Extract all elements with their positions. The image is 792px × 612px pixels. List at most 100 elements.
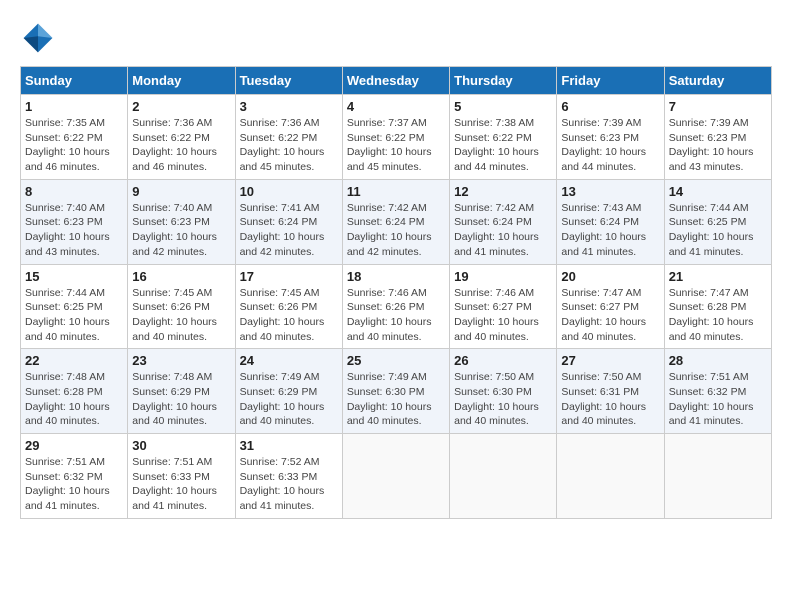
calendar-cell: 18 Sunrise: 7:46 AMSunset: 6:26 PMDayligh… [342, 264, 449, 349]
day-info: Sunrise: 7:44 AMSunset: 6:25 PMDaylight:… [25, 286, 123, 345]
calendar-cell: 30Sunrise: 7:51 AMSunset: 6:33 PMDayligh… [128, 434, 235, 519]
calendar-week-2: 8 Sunrise: 7:40 AMSunset: 6:23 PMDaylight… [21, 179, 772, 264]
calendar-cell: 9 Sunrise: 7:40 AMSunset: 6:23 PMDaylight… [128, 179, 235, 264]
day-info: Sunrise: 7:42 AMSunset: 6:24 PMDaylight:… [454, 201, 552, 260]
day-info: Sunrise: 7:47 AMSunset: 6:28 PMDaylight:… [669, 286, 767, 345]
page-header [20, 20, 772, 56]
day-info: Sunrise: 7:51 AMSunset: 6:32 PMDaylight:… [669, 370, 767, 429]
calendar-cell: 21Sunrise: 7:47 AMSunset: 6:28 PMDayligh… [664, 264, 771, 349]
day-info: Sunrise: 7:36 AMSunset: 6:22 PMDaylight:… [240, 116, 338, 175]
day-info: Sunrise: 7:45 AMSunset: 6:26 PMDaylight:… [240, 286, 338, 345]
header-wednesday: Wednesday [342, 67, 449, 95]
day-number: 25 [347, 353, 445, 368]
day-number: 4 [347, 99, 445, 114]
day-info: Sunrise: 7:39 AMSunset: 6:23 PMDaylight:… [561, 116, 659, 175]
day-number: 15 [25, 269, 123, 284]
header-thursday: Thursday [450, 67, 557, 95]
day-number: 14 [669, 184, 767, 199]
calendar-table: SundayMondayTuesdayWednesdayThursdayFrid… [20, 66, 772, 519]
calendar-cell [664, 434, 771, 519]
day-number: 16 [132, 269, 230, 284]
calendar-cell: 1 Sunrise: 7:35 AMSunset: 6:22 PMDaylight… [21, 95, 128, 180]
calendar-cell: 16 Sunrise: 7:45 AMSunset: 6:26 PMDayligh… [128, 264, 235, 349]
day-info: Sunrise: 7:41 AMSunset: 6:24 PMDaylight:… [240, 201, 338, 260]
day-number: 17 [240, 269, 338, 284]
calendar-cell: 12Sunrise: 7:42 AMSunset: 6:24 PMDayligh… [450, 179, 557, 264]
day-number: 9 [132, 184, 230, 199]
logo [20, 20, 60, 56]
day-number: 28 [669, 353, 767, 368]
calendar-cell [450, 434, 557, 519]
calendar-cell: 22 Sunrise: 7:48 AMSunset: 6:28 PMDayligh… [21, 349, 128, 434]
day-info: Sunrise: 7:48 AMSunset: 6:29 PMDaylight:… [132, 370, 230, 429]
day-info: Sunrise: 7:36 AMSunset: 6:22 PMDaylight:… [132, 116, 230, 175]
calendar-cell: 28 Sunrise: 7:51 AMSunset: 6:32 PMDayligh… [664, 349, 771, 434]
calendar-cell [557, 434, 664, 519]
day-number: 20 [561, 269, 659, 284]
day-number: 24 [240, 353, 338, 368]
calendar-cell: 8 Sunrise: 7:40 AMSunset: 6:23 PMDaylight… [21, 179, 128, 264]
calendar-week-5: 29Sunrise: 7:51 AMSunset: 6:32 PMDayligh… [21, 434, 772, 519]
calendar-cell: 6 Sunrise: 7:39 AMSunset: 6:23 PMDaylight… [557, 95, 664, 180]
day-number: 10 [240, 184, 338, 199]
day-info: Sunrise: 7:40 AMSunset: 6:23 PMDaylight:… [132, 201, 230, 260]
header-friday: Friday [557, 67, 664, 95]
day-number: 11 [347, 184, 445, 199]
day-number: 18 [347, 269, 445, 284]
calendar-cell: 14Sunrise: 7:44 AMSunset: 6:25 PMDayligh… [664, 179, 771, 264]
day-info: Sunrise: 7:50 AMSunset: 6:30 PMDaylight:… [454, 370, 552, 429]
day-number: 31 [240, 438, 338, 453]
day-number: 5 [454, 99, 552, 114]
calendar-cell: 15 Sunrise: 7:44 AMSunset: 6:25 PMDayligh… [21, 264, 128, 349]
calendar-cell: 20 Sunrise: 7:47 AMSunset: 6:27 PMDayligh… [557, 264, 664, 349]
calendar-cell: 7Sunrise: 7:39 AMSunset: 6:23 PMDaylight… [664, 95, 771, 180]
day-info: Sunrise: 7:46 AMSunset: 6:26 PMDaylight:… [347, 286, 445, 345]
day-number: 23 [132, 353, 230, 368]
day-info: Sunrise: 7:48 AMSunset: 6:28 PMDaylight:… [25, 370, 123, 429]
calendar-cell: 17 Sunrise: 7:45 AMSunset: 6:26 PMDayligh… [235, 264, 342, 349]
calendar-cell: 27Sunrise: 7:50 AMSunset: 6:31 PMDayligh… [557, 349, 664, 434]
logo-icon [20, 20, 56, 56]
calendar-cell: 10 Sunrise: 7:41 AMSunset: 6:24 PMDayligh… [235, 179, 342, 264]
day-info: Sunrise: 7:35 AMSunset: 6:22 PMDaylight:… [25, 116, 123, 175]
calendar-cell: 24 Sunrise: 7:49 AMSunset: 6:29 PMDayligh… [235, 349, 342, 434]
day-number: 8 [25, 184, 123, 199]
day-info: Sunrise: 7:45 AMSunset: 6:26 PMDaylight:… [132, 286, 230, 345]
calendar-week-4: 22 Sunrise: 7:48 AMSunset: 6:28 PMDayligh… [21, 349, 772, 434]
day-info: Sunrise: 7:49 AMSunset: 6:29 PMDaylight:… [240, 370, 338, 429]
day-number: 13 [561, 184, 659, 199]
day-info: Sunrise: 7:49 AMSunset: 6:30 PMDaylight:… [347, 370, 445, 429]
day-info: Sunrise: 7:43 AMSunset: 6:24 PMDaylight:… [561, 201, 659, 260]
day-info: Sunrise: 7:38 AMSunset: 6:22 PMDaylight:… [454, 116, 552, 175]
calendar-cell: 23 Sunrise: 7:48 AMSunset: 6:29 PMDayligh… [128, 349, 235, 434]
calendar-cell: 19 Sunrise: 7:46 AMSunset: 6:27 PMDayligh… [450, 264, 557, 349]
calendar-cell: 25 Sunrise: 7:49 AMSunset: 6:30 PMDayligh… [342, 349, 449, 434]
day-info: Sunrise: 7:42 AMSunset: 6:24 PMDaylight:… [347, 201, 445, 260]
calendar-cell: 4 Sunrise: 7:37 AMSunset: 6:22 PMDaylight… [342, 95, 449, 180]
calendar-cell: 31 Sunrise: 7:52 AMSunset: 6:33 PMDayligh… [235, 434, 342, 519]
calendar-cell: 13 Sunrise: 7:43 AMSunset: 6:24 PMDayligh… [557, 179, 664, 264]
calendar-week-3: 15 Sunrise: 7:44 AMSunset: 6:25 PMDayligh… [21, 264, 772, 349]
calendar-cell [342, 434, 449, 519]
day-info: Sunrise: 7:39 AMSunset: 6:23 PMDaylight:… [669, 116, 767, 175]
calendar-cell: 2 Sunrise: 7:36 AMSunset: 6:22 PMDaylight… [128, 95, 235, 180]
calendar-cell: 26Sunrise: 7:50 AMSunset: 6:30 PMDayligh… [450, 349, 557, 434]
calendar-week-1: 1 Sunrise: 7:35 AMSunset: 6:22 PMDaylight… [21, 95, 772, 180]
day-info: Sunrise: 7:50 AMSunset: 6:31 PMDaylight:… [561, 370, 659, 429]
day-number: 6 [561, 99, 659, 114]
calendar-cell: 5 Sunrise: 7:38 AMSunset: 6:22 PMDaylight… [450, 95, 557, 180]
calendar-cell: 29Sunrise: 7:51 AMSunset: 6:32 PMDayligh… [21, 434, 128, 519]
header-saturday: Saturday [664, 67, 771, 95]
day-number: 1 [25, 99, 123, 114]
day-info: Sunrise: 7:40 AMSunset: 6:23 PMDaylight:… [25, 201, 123, 260]
day-number: 19 [454, 269, 552, 284]
day-info: Sunrise: 7:46 AMSunset: 6:27 PMDaylight:… [454, 286, 552, 345]
day-info: Sunrise: 7:52 AMSunset: 6:33 PMDaylight:… [240, 455, 338, 514]
day-number: 2 [132, 99, 230, 114]
day-number: 30 [132, 438, 230, 453]
day-number: 3 [240, 99, 338, 114]
day-number: 22 [25, 353, 123, 368]
day-info: Sunrise: 7:37 AMSunset: 6:22 PMDaylight:… [347, 116, 445, 175]
day-info: Sunrise: 7:51 AMSunset: 6:32 PMDaylight:… [25, 455, 123, 514]
day-info: Sunrise: 7:47 AMSunset: 6:27 PMDaylight:… [561, 286, 659, 345]
